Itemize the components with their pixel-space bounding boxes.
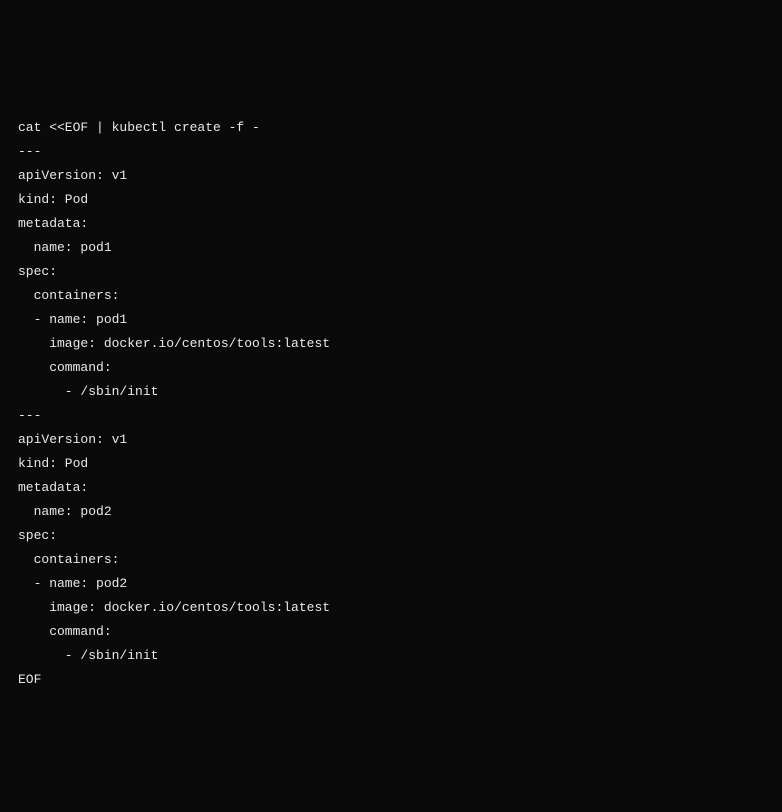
code-line: - /sbin/init <box>18 380 764 404</box>
code-line: kind: Pod <box>18 452 764 476</box>
code-block: cat <<EOF | kubectl create -f ----apiVer… <box>18 116 764 692</box>
code-line: - name: pod2 <box>18 572 764 596</box>
code-line: metadata: <box>18 212 764 236</box>
code-line: kind: Pod <box>18 188 764 212</box>
code-line: command: <box>18 620 764 644</box>
code-line: apiVersion: v1 <box>18 428 764 452</box>
code-line: image: docker.io/centos/tools:latest <box>18 596 764 620</box>
code-line: - /sbin/init <box>18 644 764 668</box>
code-line: containers: <box>18 548 764 572</box>
code-line: image: docker.io/centos/tools:latest <box>18 332 764 356</box>
code-line: name: pod1 <box>18 236 764 260</box>
code-line: - name: pod1 <box>18 308 764 332</box>
code-line: cat <<EOF | kubectl create -f - <box>18 116 764 140</box>
code-line: spec: <box>18 524 764 548</box>
code-line: EOF <box>18 668 764 692</box>
code-line: --- <box>18 140 764 164</box>
code-line: metadata: <box>18 476 764 500</box>
code-line: --- <box>18 404 764 428</box>
code-line: apiVersion: v1 <box>18 164 764 188</box>
code-line: spec: <box>18 260 764 284</box>
code-line: name: pod2 <box>18 500 764 524</box>
code-line: containers: <box>18 284 764 308</box>
code-line: command: <box>18 356 764 380</box>
